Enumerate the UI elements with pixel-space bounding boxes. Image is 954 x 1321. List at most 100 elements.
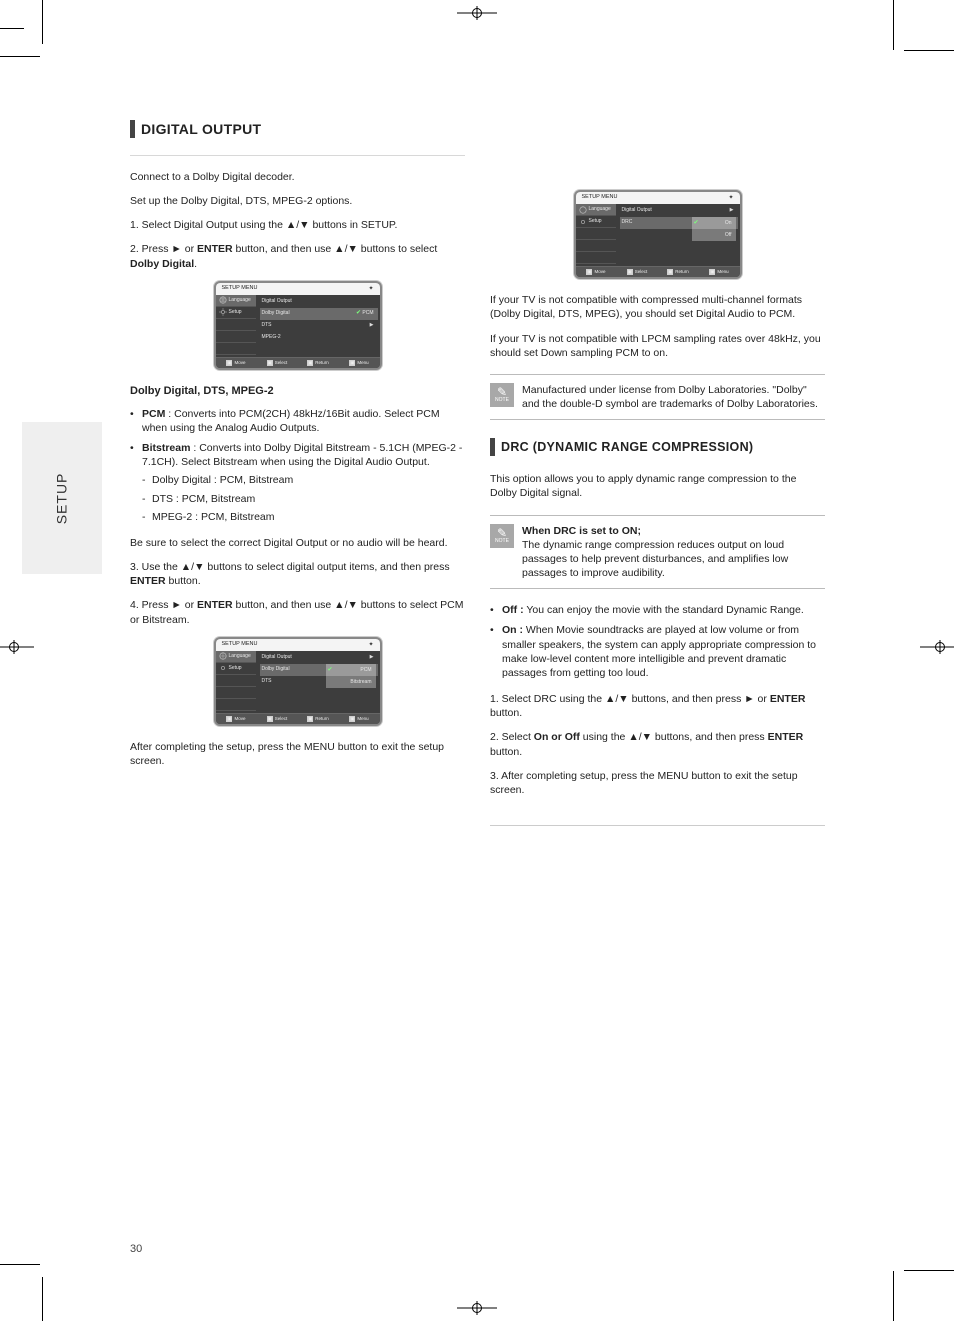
- note-text: The dynamic range compression reduces ou…: [522, 539, 788, 579]
- page-number: 30: [130, 1242, 142, 1257]
- osd-tab-blank: [576, 252, 616, 264]
- osd-foot-return: ▣Return: [298, 358, 339, 368]
- crop-mark: [0, 56, 40, 57]
- osd-foot-move: ▣Move: [216, 358, 257, 368]
- section-heading: DRC (DYNAMIC RANGE COMPRESSION): [490, 438, 825, 456]
- osd-left-tabs: Language Setup: [216, 295, 256, 357]
- osd-tab-language: Language: [576, 204, 616, 216]
- step-1: 1. Select Digital Output using the ▲/▼ b…: [130, 218, 465, 232]
- key-icon: ▣: [349, 360, 355, 366]
- crop-mark: [0, 1264, 40, 1265]
- divider: [490, 825, 825, 826]
- key-icon: ▣: [226, 716, 232, 722]
- after-setup-note: After completing the setup, press the ME…: [130, 740, 465, 768]
- section-tab: SETUP: [22, 422, 102, 574]
- sub-item: Dolby Digital : PCM, Bitstream: [142, 473, 465, 487]
- osd-option-item: ✔ On: [692, 217, 736, 229]
- osd-menu-list: Digital Output ▶ Dolby Digital ✔ PCM: [256, 651, 380, 713]
- step-2: 2. Press ► or ENTER button, and then use…: [130, 242, 465, 270]
- osd-menu-row: [260, 700, 378, 712]
- warning-text: Be sure to select the correct Digital Ou…: [130, 536, 465, 550]
- key-icon: ▣: [627, 269, 633, 275]
- key-icon: ▣: [226, 360, 232, 366]
- osd-foot-menu: ▣Menu: [339, 358, 380, 368]
- osd-menu-list: Digital Output Dolby Digital ✔ PCM DTS ▶…: [256, 295, 380, 357]
- registration-mark-icon: [920, 640, 954, 654]
- chevron-right-icon: ▶: [370, 322, 374, 329]
- osd-option-item: Off: [692, 229, 736, 241]
- key-icon: ▣: [267, 716, 273, 722]
- osd-menu-row: Dolby Digital ✔ PCM: [260, 308, 378, 320]
- drc-description: This option allows you to apply dynamic …: [490, 472, 825, 500]
- crop-mark: [893, 0, 894, 50]
- move-select-icon: ✦: [368, 285, 373, 293]
- osd-menu-row: Digital Output ▶: [260, 652, 378, 664]
- osd-option-popup: ✔ On Off: [692, 217, 736, 241]
- osd-tab-blank: [576, 228, 616, 240]
- heading-text: DRC (DYNAMIC RANGE COMPRESSION): [501, 440, 753, 455]
- osd-title: SETUP MENU: [222, 285, 258, 292]
- osd-tab-setup: Setup: [576, 216, 616, 228]
- key-icon: ▣: [667, 269, 673, 275]
- crop-mark: [904, 1270, 954, 1271]
- check-icon: ✔: [694, 219, 699, 227]
- gear-icon: [219, 664, 227, 672]
- heading-bar-icon: [490, 438, 495, 456]
- sub-item: MPEG-2 : PCM, Bitstream: [142, 510, 465, 524]
- osd-tab-setup: Setup: [216, 663, 256, 675]
- section-tab-label: SETUP: [53, 472, 72, 524]
- osd-foot-return: ▣Return: [658, 267, 699, 277]
- osd-titlebar: SETUP MENU ✦: [216, 639, 380, 651]
- option-bitstream: Bitstream : Converts into Dolby Digital …: [130, 441, 465, 524]
- chevron-right-icon: ▶: [730, 207, 734, 214]
- section-heading: DIGITAL OUTPUT: [130, 120, 465, 139]
- osd-tab-blank: [216, 343, 256, 355]
- osd-menu-list: Digital Output ▶ DRC ▶ ✔ On: [616, 204, 740, 266]
- osd-menu-row: Digital Output: [260, 296, 378, 308]
- osd-foot-select: ▣Select: [257, 358, 298, 368]
- drc-options: Off : You can enjoy the movie with the s…: [490, 603, 825, 680]
- drc-step-3: 3. After completing setup, press the MEN…: [490, 769, 825, 797]
- registration-mark-icon: [457, 6, 497, 20]
- registration-mark-icon: [457, 1301, 497, 1315]
- osd-option-item: Bitstream: [326, 676, 376, 688]
- key-icon: ▣: [586, 269, 592, 275]
- key-icon: ▣: [307, 360, 313, 366]
- crop-mark: [904, 50, 954, 51]
- registration-mark-icon: [0, 640, 34, 654]
- bitstream-sublist: Dolby Digital : PCM, Bitstream DTS : PCM…: [142, 473, 465, 524]
- intro-line-1: Connect to a Dolby Digital decoder.: [130, 170, 465, 184]
- osd-footer: ▣Move ▣Select ▣Return ▣Menu: [216, 357, 380, 368]
- osd-titlebar: SETUP MENU ✦: [576, 192, 740, 204]
- osd-option-item: ✔ PCM: [326, 664, 376, 676]
- check-icon: ✔: [328, 666, 333, 674]
- compat-note-1: If your TV is not compatible with compre…: [490, 293, 825, 321]
- osd-menu-row: [620, 253, 738, 265]
- osd-left-tabs: Language Setup: [216, 651, 256, 713]
- heading-bar-icon: [130, 120, 135, 138]
- left-column: DIGITAL OUTPUT Connect to a Dolby Digita…: [130, 120, 465, 778]
- move-select-icon: ✦: [728, 194, 733, 202]
- osd-foot-menu: ▣Menu: [699, 267, 740, 277]
- subsection-heading: Dolby Digital, DTS, MPEG-2: [130, 384, 465, 399]
- osd-foot-select: ▣Select: [257, 714, 298, 724]
- option-pcm: PCM : Converts into PCM(2CH) 48kHz/16Bit…: [130, 407, 465, 435]
- crop-mark: [42, 0, 43, 44]
- check-icon: ✔: [356, 310, 361, 316]
- crop-mark: [42, 1277, 43, 1321]
- osd-menu-row: [260, 344, 378, 356]
- osd-mock-dolby-menu: SETUP MENU ✦ Language Setup: [214, 281, 382, 370]
- key-icon: ▣: [307, 716, 313, 722]
- osd-title: SETUP MENU: [582, 194, 618, 201]
- osd-tab-language: Language: [216, 295, 256, 307]
- osd-option-popup: ✔ PCM Bitstream: [326, 664, 376, 688]
- osd-menu-row: Digital Output ▶: [620, 205, 738, 217]
- osd-menu-row: [260, 688, 378, 700]
- right-column: SETUP MENU ✦ Language Setup: [490, 190, 825, 826]
- note-text: Manufactured under license from Dolby La…: [522, 384, 818, 410]
- note-icon: ✎NOTE: [490, 383, 514, 407]
- gear-icon: [219, 308, 227, 316]
- note-dolby-trademark: ✎NOTE Manufactured under license from Do…: [490, 374, 825, 420]
- globe-icon: [579, 206, 587, 214]
- globe-icon: [219, 652, 227, 660]
